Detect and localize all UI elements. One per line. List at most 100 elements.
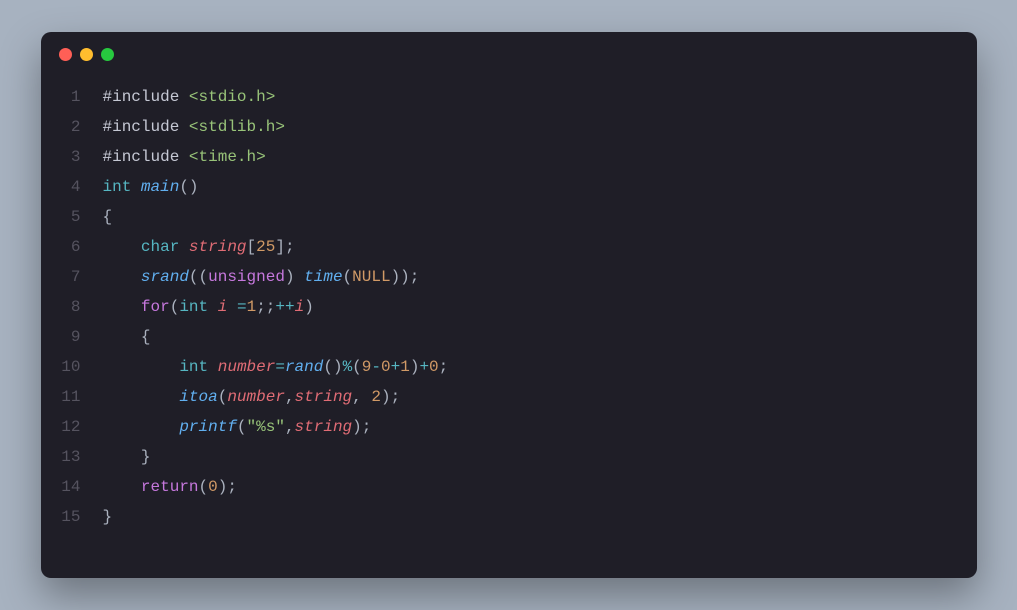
token: - (371, 358, 381, 376)
line-number: 13 (41, 442, 103, 472)
token: #include (103, 118, 189, 136)
code-line[interactable]: 6 char string[25]; (41, 232, 977, 262)
token: 1 (400, 358, 410, 376)
token: time (304, 268, 342, 286)
token (103, 358, 180, 376)
token (103, 268, 141, 286)
token: string (295, 418, 353, 436)
line-number: 10 (41, 352, 103, 382)
line-number: 11 (41, 382, 103, 412)
zoom-icon[interactable] (101, 48, 114, 61)
code-line[interactable]: 4int main() (41, 172, 977, 202)
token: 2 (371, 388, 381, 406)
code-line[interactable]: 3#include <time.h> (41, 142, 977, 172)
token: , (285, 418, 295, 436)
token: ( (352, 358, 362, 376)
token: return (141, 478, 199, 496)
token: number (227, 388, 285, 406)
token: int (179, 358, 208, 376)
token: <time.h> (189, 148, 266, 166)
titlebar (41, 32, 977, 76)
code-content[interactable]: #include <time.h> (103, 142, 266, 172)
line-number: 7 (41, 262, 103, 292)
line-number: 8 (41, 292, 103, 322)
token: string (189, 238, 247, 256)
code-line[interactable]: 15} (41, 502, 977, 532)
token: i (295, 298, 305, 316)
line-number: 15 (41, 502, 103, 532)
code-content[interactable]: #include <stdio.h> (103, 82, 276, 112)
line-number: 9 (41, 322, 103, 352)
code-line[interactable]: 9 { (41, 322, 977, 352)
token: ;; (256, 298, 275, 316)
token: % (343, 358, 353, 376)
token: #include (103, 148, 189, 166)
code-line[interactable]: 1#include <stdio.h> (41, 82, 977, 112)
code-editor[interactable]: 1#include <stdio.h>2#include <stdlib.h>3… (41, 76, 977, 578)
line-number: 2 (41, 112, 103, 142)
code-content[interactable]: #include <stdlib.h> (103, 112, 285, 142)
token: () (323, 358, 342, 376)
code-line[interactable]: 7 srand((unsigned) time(NULL)); (41, 262, 977, 292)
code-content[interactable]: for(int i =1;;++i) (103, 292, 314, 322)
code-content[interactable]: int number=rand()%(9-0+1)+0; (103, 352, 449, 382)
code-line[interactable]: 14 return(0); (41, 472, 977, 502)
line-number: 3 (41, 142, 103, 172)
token (103, 238, 141, 256)
code-content[interactable]: srand((unsigned) time(NULL)); (103, 262, 420, 292)
token: ( (199, 478, 209, 496)
token: ); (218, 478, 237, 496)
code-content[interactable]: } (103, 502, 113, 532)
code-line[interactable]: 5{ (41, 202, 977, 232)
token: } (103, 508, 113, 526)
token (179, 238, 189, 256)
code-content[interactable]: return(0); (103, 472, 237, 502)
token: printf (179, 418, 237, 436)
code-line[interactable]: 8 for(int i =1;;++i) (41, 292, 977, 322)
code-line[interactable]: 12 printf("%s",string); (41, 412, 977, 442)
token (227, 298, 237, 316)
code-content[interactable]: { (103, 202, 113, 232)
token (131, 178, 141, 196)
code-content[interactable]: { (103, 322, 151, 352)
code-content[interactable]: char string[25]; (103, 232, 295, 262)
token: (( (189, 268, 208, 286)
code-content[interactable]: } (103, 442, 151, 472)
token: 0 (429, 358, 439, 376)
token: ) (285, 268, 304, 286)
token: , (285, 388, 295, 406)
token: = (237, 298, 247, 316)
code-line[interactable]: 11 itoa(number,string, 2); (41, 382, 977, 412)
token: ); (352, 418, 371, 436)
token (103, 418, 180, 436)
line-number: 14 (41, 472, 103, 502)
token: , (352, 388, 371, 406)
token (103, 298, 141, 316)
token: "%s" (247, 418, 285, 436)
token: i (218, 298, 228, 316)
token: { (103, 328, 151, 346)
token: ( (343, 268, 353, 286)
token: } (103, 448, 151, 466)
code-line[interactable]: 13 } (41, 442, 977, 472)
token: srand (141, 268, 189, 286)
token (208, 358, 218, 376)
token: number (218, 358, 276, 376)
token: int (103, 178, 132, 196)
code-line[interactable]: 10 int number=rand()%(9-0+1)+0; (41, 352, 977, 382)
token: int (179, 298, 208, 316)
line-number: 4 (41, 172, 103, 202)
token: <stdlib.h> (189, 118, 285, 136)
token: rand (285, 358, 323, 376)
token: ( (218, 388, 228, 406)
token: + (391, 358, 401, 376)
code-line[interactable]: 2#include <stdlib.h> (41, 112, 977, 142)
token: = (275, 358, 285, 376)
close-icon[interactable] (59, 48, 72, 61)
code-content[interactable]: printf("%s",string); (103, 412, 372, 442)
code-content[interactable]: itoa(number,string, 2); (103, 382, 401, 412)
minimize-icon[interactable] (80, 48, 93, 61)
token: { (103, 208, 113, 226)
code-content[interactable]: int main() (103, 172, 199, 202)
token: ]; (275, 238, 294, 256)
